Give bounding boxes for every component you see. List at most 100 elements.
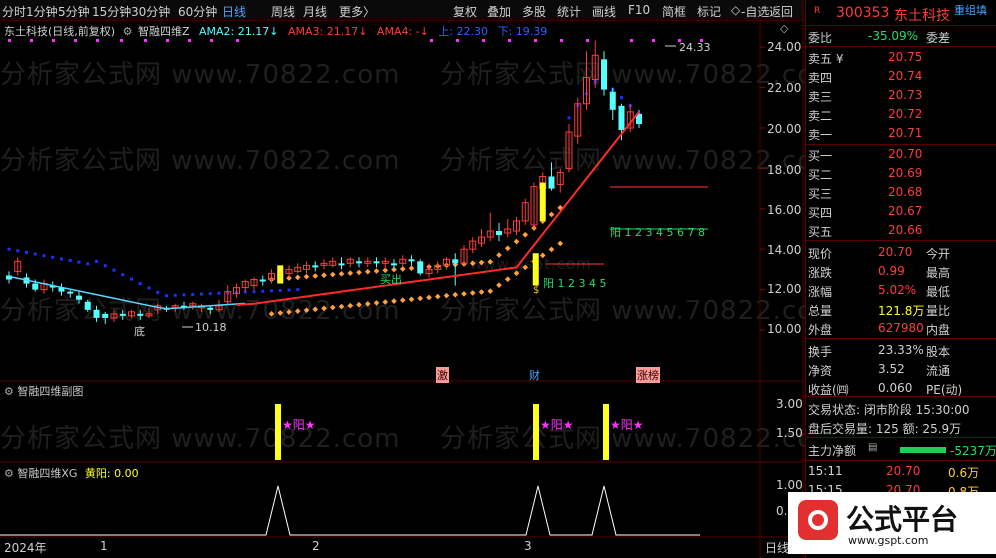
- candle-body: [356, 261, 362, 264]
- band-dot: [408, 265, 415, 272]
- candle-body: [391, 263, 397, 266]
- period-label[interactable]: 日线: [765, 539, 789, 556]
- band-dot: [200, 292, 203, 296]
- net-flow-row[interactable]: 主力净额 ▤ -5237万: [806, 440, 996, 459]
- buy-label: 买出: [380, 273, 402, 286]
- band-dot: [434, 293, 441, 300]
- candle-body: [373, 261, 380, 264]
- sub1-axis-label: 1.50: [776, 426, 803, 440]
- band-dot: [277, 310, 284, 316]
- band-dot: [461, 291, 467, 297]
- coin-icon: $: [533, 285, 540, 296]
- time-axis-label: 2024年: [4, 541, 47, 555]
- bid-row: 买一 20.70: [808, 147, 923, 163]
- band-dot: [567, 116, 571, 120]
- candle-body: [417, 261, 424, 274]
- stat-row: 换手 23.33% 股本: [808, 343, 951, 359]
- event-tag[interactable]: 激: [436, 367, 449, 383]
- weibi-row: 委比 -35.09% 委差: [808, 29, 951, 45]
- band-dot: [321, 272, 327, 279]
- band-dot: [496, 282, 502, 288]
- signal-dot: [74, 39, 77, 42]
- ask-row: 卖五 ¥20.75: [808, 50, 923, 66]
- event-tag[interactable]: 财: [529, 367, 540, 383]
- band-dot: [138, 282, 142, 286]
- band-dot: [182, 293, 186, 297]
- candle-body: [338, 263, 345, 266]
- signal-dot: [652, 39, 655, 42]
- signal-dot: [210, 39, 213, 42]
- brand-url: www.gspt.com: [848, 534, 929, 547]
- band-dot: [443, 292, 450, 299]
- band-dot: [399, 297, 406, 304]
- signal-dot: [508, 39, 511, 42]
- band-dot: [60, 257, 63, 261]
- signal-dot: [560, 39, 563, 42]
- band-dot: [548, 246, 555, 253]
- band-dot: [347, 270, 354, 276]
- band-dot: [270, 289, 273, 293]
- band-dot: [373, 268, 380, 274]
- band-dot: [208, 292, 212, 296]
- band-dot: [121, 273, 125, 277]
- signal-candle: [532, 253, 539, 286]
- band-dot: [68, 259, 72, 263]
- band-dot: [25, 250, 28, 254]
- band-dot: [496, 252, 502, 258]
- band-dot: [382, 299, 389, 305]
- band-dot: [165, 294, 168, 298]
- band-dot: [522, 264, 529, 271]
- band-dot: [364, 301, 371, 307]
- band-dot: [303, 273, 310, 280]
- ask-row: 卖一 20.71: [808, 126, 923, 142]
- after-hours: 盘后交易量: 125 额: 25.9万: [808, 422, 962, 436]
- band-dot: [539, 252, 546, 259]
- band-dot: [296, 288, 300, 292]
- bid-row: 买四 20.67: [808, 204, 923, 220]
- bottom-label: 底: [134, 325, 145, 338]
- band-dot: [217, 291, 221, 295]
- stat-row: 总量 121.8万 量比: [808, 304, 951, 318]
- time-axis-label: 2: [312, 539, 320, 553]
- band-dot: [487, 288, 494, 294]
- band-dot: [329, 271, 336, 278]
- band-dot: [557, 240, 564, 247]
- candle-body: [76, 295, 82, 300]
- candle-body: [137, 313, 144, 316]
- signal-dot: [166, 39, 169, 42]
- band-dot: [33, 252, 37, 256]
- band-dot: [147, 286, 151, 290]
- signal-candle: [277, 265, 284, 284]
- band-dot: [487, 258, 494, 265]
- candle-body: [609, 91, 616, 110]
- signal-dot: [482, 39, 485, 42]
- signal-dot: [586, 39, 589, 42]
- band-dot: [173, 293, 177, 297]
- ask-row: 卖四 20.74: [808, 69, 923, 85]
- yang-star-label: ★阳★: [610, 418, 644, 432]
- event-tag[interactable]: 涨榜: [636, 367, 660, 383]
- time-axis-label: 1: [100, 539, 108, 553]
- signal-dot: [144, 39, 147, 42]
- price-axis-label: 22.00: [767, 81, 802, 95]
- tag-badge[interactable]: 重组填: [954, 2, 987, 18]
- band-dot: [513, 270, 520, 277]
- trade-status: 交易状态: 闭市阶段 15:30:00: [808, 403, 970, 417]
- band-dot: [548, 211, 555, 218]
- price-axis-label: 12.00: [767, 282, 802, 296]
- yang-star-label: ★阳★: [282, 418, 316, 432]
- xg-signal-line: [0, 485, 700, 536]
- signal-bar: [275, 404, 281, 460]
- band-dot: [252, 290, 256, 294]
- sub2-title: ⚙ 智融四维XG 黄阳: 0.00: [4, 467, 139, 480]
- band-dot: [620, 96, 623, 100]
- band-dot: [286, 309, 292, 315]
- band-dot: [417, 295, 424, 302]
- stat-row: 净资 3.52 流通: [808, 362, 951, 378]
- candle-body: [618, 105, 625, 131]
- stock-header: R 300353 东土科技 重组填: [806, 2, 996, 24]
- band-dot: [356, 301, 362, 308]
- signal-dot: [30, 39, 33, 42]
- list-icon: ▤: [868, 442, 878, 453]
- sub2-axis-label: 1.00: [776, 478, 803, 492]
